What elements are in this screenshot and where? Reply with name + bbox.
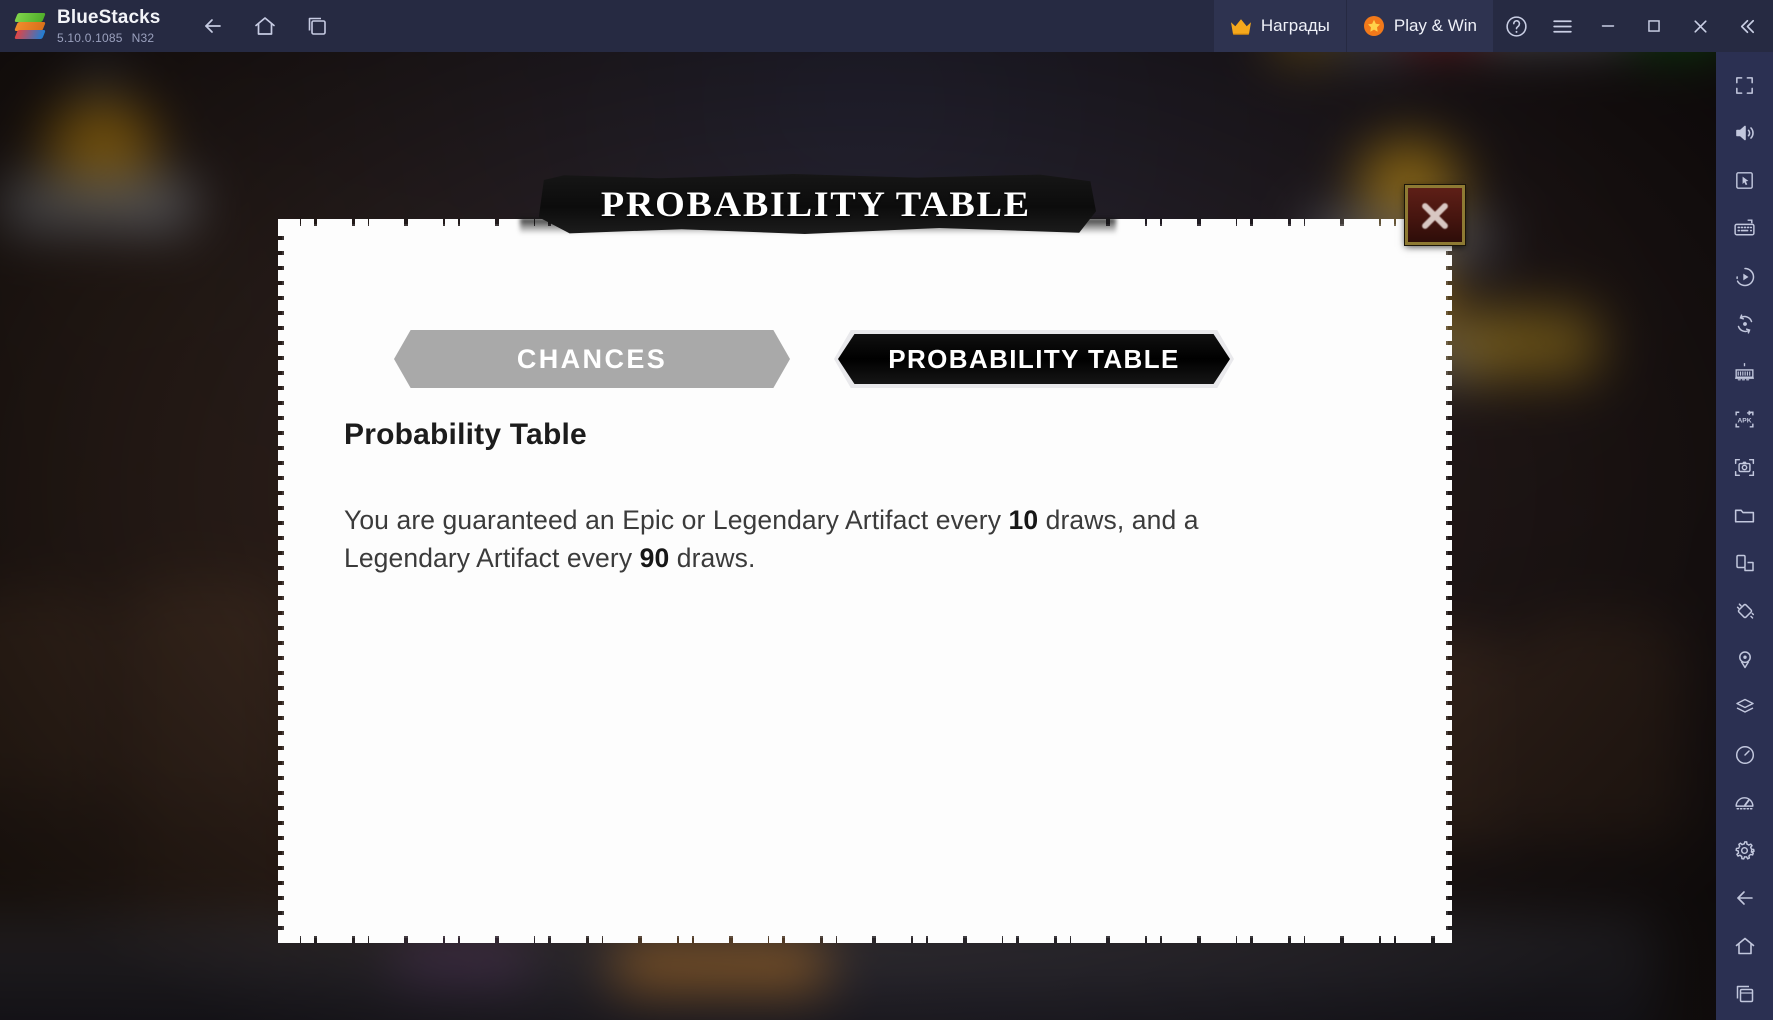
probability-description: You are guaranteed an Epic or Legendary … (344, 502, 1304, 577)
app-version: 5.10.0.1085 N32 (57, 32, 160, 44)
apk-install-icon[interactable]: APK (1723, 399, 1767, 442)
back-icon[interactable] (1723, 877, 1767, 920)
app-title: BlueStacks (57, 7, 161, 28)
screenshot-icon[interactable] (1723, 446, 1767, 489)
crown-icon (1230, 18, 1252, 35)
probability-table-dialog: CHANCES PROBABILITY TABLE Probability Ta… (278, 174, 1465, 943)
collapse-sidebar-icon[interactable] (1723, 0, 1769, 52)
title-bar: BlueStacks 5.10.0.1085 N32 Награды Play … (0, 0, 1773, 52)
rotate-icon[interactable] (1723, 303, 1767, 346)
svg-text:APK: APK (1737, 418, 1751, 425)
bluestacks-logo-icon (14, 10, 46, 42)
fullscreen-icon[interactable] (1723, 64, 1767, 107)
app-brand: BlueStacks 5.10.0.1085 N32 (0, 8, 160, 44)
multi-instance-icon[interactable] (1723, 542, 1767, 585)
help-icon[interactable] (1493, 0, 1539, 52)
game-viewport[interactable]: CHANCES PROBABILITY TABLE Probability Ta… (0, 52, 1716, 1020)
instance-name: N32 (131, 31, 155, 45)
bluestacks-window: BlueStacks 5.10.0.1085 N32 Награды Play … (0, 0, 1773, 1020)
window-controls (1493, 0, 1773, 52)
home-icon[interactable] (250, 11, 280, 41)
play-and-win-label: Play & Win (1393, 16, 1477, 35)
tilt-icon[interactable] (1723, 590, 1767, 633)
tab-probability-table-label: PROBABILITY TABLE (888, 343, 1180, 374)
desc-part-1: You are guaranteed an Epic or Legendary … (344, 505, 1009, 535)
location-icon[interactable] (1723, 638, 1767, 681)
recents-icon[interactable] (302, 11, 332, 41)
play-and-win-button[interactable]: Play & Win (1345, 0, 1493, 52)
keyboard-icon[interactable] (1723, 207, 1767, 250)
folder-icon[interactable] (1723, 494, 1767, 537)
close-icon (1418, 198, 1452, 232)
dialog-panel: CHANCES PROBABILITY TABLE Probability Ta… (278, 219, 1452, 943)
rewards-label: Награды (1260, 16, 1330, 35)
desc-part-3: draws. (669, 542, 756, 573)
performance-icon[interactable] (1723, 781, 1767, 824)
tab-probability-table[interactable]: PROBABILITY TABLE (834, 330, 1234, 388)
volume-icon[interactable] (1723, 112, 1767, 155)
close-button[interactable] (1677, 0, 1723, 52)
home-icon[interactable] (1723, 924, 1767, 967)
guarantee-epic-count: 10 (1008, 505, 1039, 535)
dialog-title: PROBABILITY TABLE (601, 184, 1031, 224)
hamburger-menu-icon[interactable] (1539, 0, 1585, 52)
dialog-close-button[interactable] (1405, 185, 1465, 245)
dialog-title-banner: PROBABILITY TABLE (538, 174, 1096, 234)
macro-play-icon[interactable] (1723, 255, 1767, 298)
star-badge-icon (1363, 15, 1385, 37)
tab-chances[interactable]: CHANCES (394, 330, 790, 388)
gamepad-icon[interactable] (1723, 351, 1767, 394)
tab-chances-label: CHANCES (516, 343, 668, 374)
back-icon[interactable] (198, 11, 228, 41)
rewards-button[interactable]: Награды (1213, 0, 1346, 52)
cursor-icon[interactable] (1723, 160, 1767, 203)
maximize-button[interactable] (1631, 0, 1677, 52)
dialog-tabs: CHANCES PROBABILITY TABLE (394, 330, 1334, 394)
recents-icon[interactable] (1723, 972, 1767, 1015)
layers-icon[interactable] (1723, 685, 1767, 728)
titlebar-nav-group (198, 11, 332, 41)
eco-mode-icon[interactable] (1723, 733, 1767, 776)
tools-sidebar: APK (1716, 52, 1773, 1020)
gear-icon[interactable] (1723, 829, 1767, 872)
section-heading: Probability Table (344, 418, 587, 451)
minimize-button[interactable] (1585, 0, 1631, 52)
version-number: 5.10.0.1085 (57, 31, 123, 45)
guarantee-legendary-count: 90 (639, 542, 670, 573)
